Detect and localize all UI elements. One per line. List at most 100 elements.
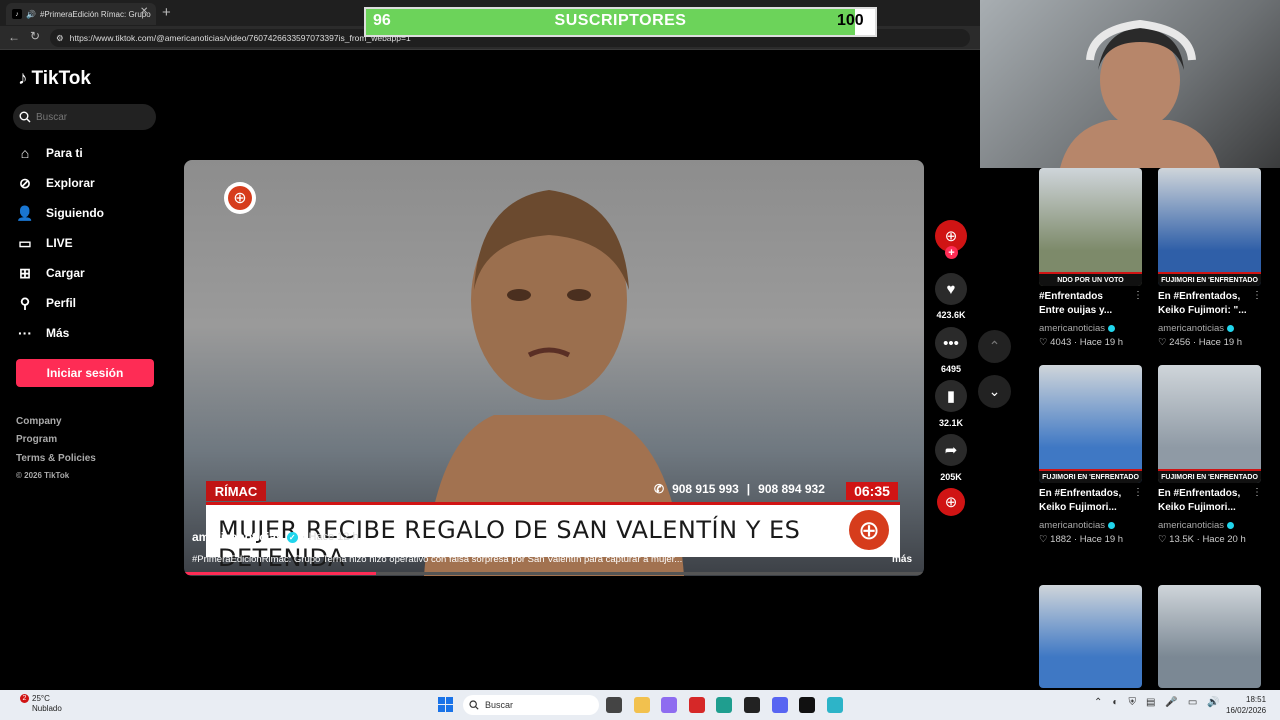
following-icon: 👤 [16,204,34,221]
nav-para-ti[interactable]: ⌂ Para ti [16,141,156,165]
verified-icon [1227,325,1234,332]
save-button[interactable]: ▮ [935,380,967,412]
tiktok-note-icon: ♪ [18,68,28,89]
verified-icon [1227,522,1234,529]
file-explorer-icon[interactable] [634,697,650,713]
more-options-icon[interactable]: ⋮ [1252,487,1262,498]
heart-icon: ♡ [1158,337,1170,348]
tiktok-logo[interactable]: ♪ TikTok [18,68,91,90]
author-name: americanoticias [1158,323,1224,334]
capcut-icon[interactable] [799,697,815,713]
edge-icon[interactable] [716,697,732,713]
like-button[interactable]: ♥ [935,273,967,305]
related-video-thumbnail[interactable]: FUJIMORI EN 'ENFRENTADO [1158,168,1261,286]
related-video-author[interactable]: americanoticias [1158,323,1234,334]
heart-icon: ♡ [1039,534,1051,545]
like-count: 2456 [1169,337,1191,348]
posted-time: Hace 19 h [1079,534,1124,545]
related-video-thumbnail[interactable] [1039,585,1142,688]
tray-app-icon[interactable]: ◐ [1112,697,1118,708]
volume-icon[interactable]: 🔊 [26,10,36,19]
copilot-icon[interactable] [661,697,677,713]
folder-icon[interactable]: ▤ [1146,697,1155,708]
new-tab-icon[interactable]: + [162,4,171,21]
browser-tab[interactable]: ♪ 🔊 #PrimeraEdición Rímac: Grupo [6,3,156,25]
video-player[interactable]: ⊕ RÍMAC ✆ 908 915 993 | 908 894 932 06:3… [184,160,924,576]
verified-icon: ✓ [286,531,298,543]
app-w-icon[interactable] [689,697,705,713]
reload-icon[interactable]: ↻ [30,29,40,43]
related-video-author[interactable]: americanoticias [1158,520,1234,531]
nav-live[interactable]: ▭ LIVE [16,231,156,255]
share-button[interactable]: ➦ [935,434,967,466]
video-author[interactable]: americanoticias ✓ · Hace 12 h [192,530,359,544]
nav-cargar[interactable]: ⊞ Cargar [16,261,156,285]
subscriber-count: 96 [373,12,391,29]
verified-icon [1108,522,1115,529]
next-video-button[interactable]: ⌄ [978,375,1011,408]
author-name[interactable]: americanoticias [192,530,283,544]
brand-tag: RÍMAC [206,481,266,501]
thumbnail-caption-strip: NDO POR UN VOTO [1039,272,1142,286]
nav-label: Más [46,326,70,340]
thumbnail-caption-strip: FUJIMORI EN 'ENFRENTADO [1039,469,1142,483]
author-name: americanoticias [1039,520,1105,531]
search-input[interactable] [36,111,146,123]
task-view-icon[interactable] [606,697,622,713]
nav-label: LIVE [46,236,73,250]
related-video-thumbnail[interactable]: NDO POR UN VOTO [1039,168,1142,286]
microphone-icon[interactable]: 🎤 [1165,697,1177,708]
footer-link-program[interactable]: Program [16,434,57,445]
clock[interactable]: 18:51 16/02/2026 [1226,694,1266,716]
related-video-author[interactable]: americanoticias [1039,323,1115,334]
related-video-title[interactable]: #Enfrentados Entre ouijas y... [1039,290,1142,318]
taskbar-search[interactable]: Buscar [463,695,599,715]
caption-more-link[interactable]: más [892,554,912,565]
tab-title: #PrimeraEdición Rímac: Grupo [39,9,151,19]
volume-icon[interactable]: 🔊 [1207,697,1219,708]
like-count: 1882 [1050,534,1072,545]
obs-icon[interactable] [744,697,760,713]
related-video-thumbnail[interactable] [1158,585,1261,688]
system-tray[interactable]: ⌃ ◐ ⛨ ▤ 🎤 ▭ 🔊 [1094,697,1220,708]
phone-2: 908 894 932 [758,482,825,496]
search-box[interactable] [13,104,156,130]
related-video-title[interactable]: En #Enfrentados, Keiko Fujimori... [1158,487,1261,515]
heart-icon: ♡ [1039,337,1051,348]
login-button[interactable]: Iniciar sesión [16,359,154,387]
footer-link-company[interactable]: Company [16,416,62,427]
windows-start-icon[interactable] [438,697,453,712]
comment-count: 6495 [940,364,962,374]
previous-video-button[interactable]: ⌃ [978,330,1011,363]
comment-button[interactable]: ••• [935,327,967,359]
related-video-title[interactable]: En #Enfrentados, Keiko Fujimori... [1039,487,1142,515]
more-options-icon[interactable]: ⋮ [1133,487,1143,498]
security-icon[interactable]: ⛨ [1128,697,1136,708]
related-video-title[interactable]: En #Enfrentados, Keiko Fujimori: "... [1158,290,1261,318]
nav-siguiendo[interactable]: 👤 Siguiendo [16,201,156,225]
search-icon [469,700,479,710]
back-arrow-icon[interactable]: ← [8,30,20,44]
related-video-meta: ♡ 1882 · Hace 19 h [1039,534,1124,545]
related-video-thumbnail[interactable]: FUJIMORI EN 'ENFRENTADO [1039,365,1142,483]
tab-close-icon[interactable]: ✕ [140,6,148,17]
nav-explorar[interactable]: ⊘ Explorar [16,171,156,195]
chevron-up-icon[interactable]: ⌃ [1094,697,1102,708]
related-video-thumbnail[interactable]: FUJIMORI EN 'ENFRENTADO [1158,365,1261,483]
taskbar-search-label: Buscar [485,700,514,710]
discord-icon[interactable] [772,697,788,713]
nav-perfil[interactable]: ⚲ Perfil [16,291,156,315]
more-options-icon[interactable]: ⋮ [1252,290,1262,301]
follow-plus-icon[interactable]: + [945,246,958,259]
title-line: En #Enfrentados, [1158,488,1241,499]
related-video-meta: ♡ 13.5K · Hace 20 h [1158,534,1246,545]
thumbnail-caption-strip: FUJIMORI EN 'ENFRENTADO [1158,272,1261,286]
network-icon[interactable]: ▭ [1188,697,1197,708]
related-video-author[interactable]: americanoticias [1039,520,1115,531]
nav-mas[interactable]: ··· Más [16,321,156,345]
footer-link-terms[interactable]: Terms & Policies [16,453,96,464]
music-disc-icon[interactable]: ⊕ [937,488,965,516]
site-info-icon[interactable]: ⚙ [56,33,64,44]
notepad-icon[interactable] [827,697,843,713]
more-options-icon[interactable]: ⋮ [1133,290,1143,301]
